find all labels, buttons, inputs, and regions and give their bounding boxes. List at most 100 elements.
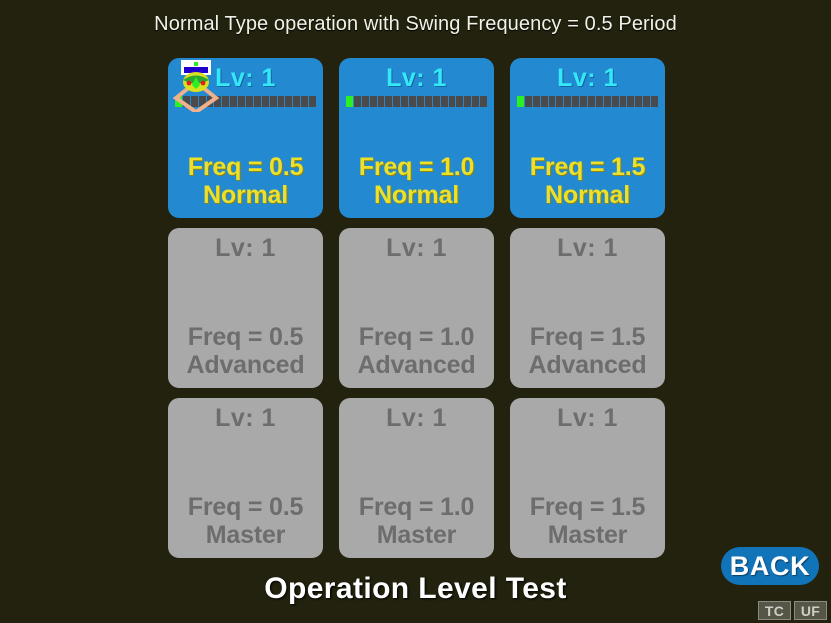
xp-segment — [424, 96, 432, 108]
xp-bar — [175, 96, 317, 108]
xp-segment — [401, 96, 409, 108]
card-level-label: Lv: 1 — [215, 64, 276, 92]
card-level-label: Lv: 1 — [215, 404, 276, 432]
xp-segment — [464, 96, 472, 108]
xp-segment — [532, 96, 540, 108]
xp-segment — [230, 96, 238, 108]
xp-segment — [285, 96, 293, 108]
card-difficulty-label: Advanced — [186, 350, 305, 379]
xp-segment — [524, 96, 532, 108]
xp-segment — [564, 96, 572, 108]
xp-segment — [603, 96, 611, 108]
card-difficulty-label: Master — [376, 520, 457, 549]
xp-segment — [277, 96, 285, 108]
corner-badge: TC — [758, 601, 791, 620]
xp-segment — [588, 96, 595, 108]
xp-segment — [480, 96, 488, 108]
card-difficulty-label: Normal — [203, 180, 288, 209]
xp-segment — [548, 96, 556, 108]
card-frequency-label: Freq = 0.5 — [187, 153, 304, 181]
xp-segment — [377, 96, 385, 108]
xp-segment — [206, 96, 214, 108]
xp-bar — [517, 96, 659, 108]
xp-segment — [580, 96, 588, 108]
card-frequency-label: Freq = 1.5 — [529, 323, 646, 351]
xp-segment — [214, 96, 222, 108]
level-card: Lv: 1 Freq = 0.5 Master — [168, 398, 323, 558]
card-level-label: Lv: 1 — [557, 64, 618, 92]
xp-segment — [238, 96, 246, 108]
xp-segment — [472, 96, 480, 108]
xp-segment — [651, 96, 659, 108]
xp-segment — [175, 96, 182, 108]
xp-segment — [369, 96, 377, 108]
card-difficulty-label: Master — [205, 520, 286, 549]
card-level-label: Lv: 1 — [386, 234, 447, 262]
card-level-label: Lv: 1 — [386, 64, 447, 92]
card-difficulty-label: Advanced — [357, 350, 476, 379]
xp-segment — [643, 96, 651, 108]
xp-segment — [448, 96, 456, 108]
xp-segment — [190, 96, 198, 108]
card-difficulty-label: Advanced — [528, 350, 647, 379]
level-select-grid: Lv: 1 Freq = 0.5 Normal Lv: 1 Freq = 1.0 Norm… — [168, 58, 665, 558]
level-card: Lv: 1 Freq = 0.5 Advanced — [168, 228, 323, 388]
xp-segment — [269, 96, 277, 108]
corner-badges: TC UF — [758, 601, 827, 620]
level-card[interactable]: Lv: 1 Freq = 0.5 Normal — [168, 58, 323, 218]
xp-segment — [261, 96, 269, 108]
card-frequency-label: Freq = 1.0 — [358, 153, 475, 181]
xp-segment — [309, 96, 317, 108]
page-title: Normal Type operation with Swing Frequen… — [154, 13, 677, 35]
card-difficulty-label: Normal — [545, 180, 630, 209]
xp-segment — [346, 96, 353, 108]
xp-segment — [556, 96, 564, 108]
xp-bar — [346, 96, 488, 108]
card-level-label: Lv: 1 — [557, 234, 618, 262]
card-frequency-label: Freq = 1.5 — [529, 153, 646, 181]
back-button-label: BACK — [729, 550, 811, 581]
level-card: Lv: 1 Freq = 1.0 Master — [339, 398, 494, 558]
card-level-label: Lv: 1 — [386, 404, 447, 432]
footer-title: Operation Level Test — [264, 572, 567, 605]
game-screen: Normal Type operation with Swing Frequen… — [0, 0, 831, 623]
card-frequency-label: Freq = 0.5 — [187, 493, 304, 521]
xp-segment — [246, 96, 253, 108]
xp-segment — [301, 96, 309, 108]
back-button[interactable]: BACK — [721, 547, 819, 585]
level-card: Lv: 1 Freq = 1.5 Master — [510, 398, 665, 558]
xp-segment — [417, 96, 424, 108]
xp-segment — [595, 96, 603, 108]
xp-segment — [611, 96, 619, 108]
xp-segment — [198, 96, 206, 108]
corner-badge: UF — [794, 601, 827, 620]
card-level-label: Lv: 1 — [215, 234, 276, 262]
xp-segment — [385, 96, 393, 108]
card-difficulty-label: Normal — [374, 180, 459, 209]
level-card[interactable]: Lv: 1 Freq = 1.5 Normal — [510, 58, 665, 218]
card-frequency-label: Freq = 1.5 — [529, 493, 646, 521]
card-level-label: Lv: 1 — [557, 404, 618, 432]
xp-segment — [627, 96, 635, 108]
xp-segment — [440, 96, 448, 108]
xp-segment — [222, 96, 230, 108]
xp-segment — [353, 96, 361, 108]
xp-segment — [409, 96, 417, 108]
level-card[interactable]: Lv: 1 Freq = 1.0 Normal — [339, 58, 494, 218]
xp-segment — [293, 96, 301, 108]
card-frequency-label: Freq = 1.0 — [358, 323, 475, 351]
xp-segment — [182, 96, 190, 108]
xp-segment — [361, 96, 369, 108]
card-frequency-label: Freq = 0.5 — [187, 323, 304, 351]
card-difficulty-label: Master — [547, 520, 628, 549]
card-frequency-label: Freq = 1.0 — [358, 493, 475, 521]
xp-segment — [432, 96, 440, 108]
xp-segment — [572, 96, 580, 108]
xp-segment — [456, 96, 464, 108]
xp-segment — [540, 96, 548, 108]
xp-segment — [517, 96, 524, 108]
xp-segment — [253, 96, 261, 108]
xp-segment — [393, 96, 401, 108]
level-card: Lv: 1 Freq = 1.0 Advanced — [339, 228, 494, 388]
level-card: Lv: 1 Freq = 1.5 Advanced — [510, 228, 665, 388]
